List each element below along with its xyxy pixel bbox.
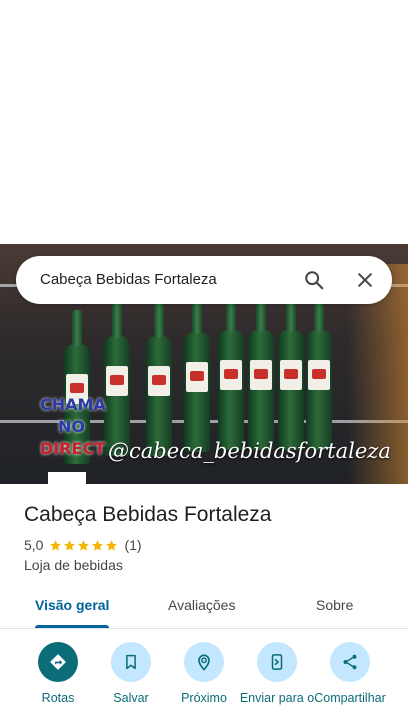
place-title: Cabeça Bebidas Fortaleza — [24, 503, 272, 526]
send-to-phone-button[interactable]: Enviar para o — [239, 642, 315, 705]
bookmark-icon — [111, 642, 151, 682]
bottle — [104, 302, 130, 456]
search-icon[interactable] — [298, 264, 330, 296]
bottle — [146, 302, 172, 456]
tab-reviews[interactable]: Avaliações — [168, 597, 235, 613]
nearby-icon — [184, 642, 224, 682]
save-label: Salvar — [113, 691, 149, 705]
save-button[interactable]: Salvar — [93, 642, 169, 705]
directions-label: Rotas — [41, 691, 75, 705]
directions-icon — [38, 642, 78, 682]
nearby-label: Próximo — [181, 691, 227, 705]
share-button[interactable]: Compartilhar — [312, 642, 388, 705]
tab-overview[interactable]: Visão geral — [35, 597, 109, 613]
review-count[interactable]: (1) — [124, 537, 141, 553]
star-icon — [106, 539, 118, 551]
promo-text: CHAMA NO DIRECT — [40, 395, 106, 458]
bottle — [278, 296, 304, 450]
search-bar[interactable]: Cabeça Bebidas Fortaleza — [16, 256, 392, 304]
place-category: Loja de bebidas — [24, 557, 123, 573]
directions-button[interactable]: Rotas — [20, 642, 96, 705]
bottle — [306, 296, 332, 450]
star-icon — [64, 539, 76, 551]
tab-about[interactable]: Sobre — [316, 597, 353, 613]
star-icon — [78, 539, 90, 551]
photo-overlay-handle: @cabeca_bebidasfortaleza — [108, 439, 391, 463]
rating-row[interactable]: 5,0 (1) — [24, 537, 142, 553]
send-to-phone-icon — [257, 642, 297, 682]
close-icon[interactable] — [349, 264, 381, 296]
send-to-phone-label: Enviar para o — [239, 691, 315, 705]
search-input[interactable]: Cabeça Bebidas Fortaleza — [40, 271, 217, 288]
bottle — [218, 296, 244, 450]
rating-value: 5,0 — [24, 537, 44, 553]
nearby-button[interactable]: Próximo — [166, 642, 242, 705]
rating-stars — [49, 539, 119, 552]
tab-bar: Visão geral Avaliações Sobre — [0, 587, 408, 629]
share-icon — [330, 642, 370, 682]
star-icon — [50, 539, 62, 551]
star-icon — [92, 539, 104, 551]
photo-badge — [48, 472, 86, 484]
action-bar: Rotas Salvar Próximo Enviar para o Compa… — [0, 642, 408, 728]
share-label: Compartilhar — [314, 691, 386, 705]
map-area[interactable] — [0, 0, 408, 244]
bottle — [184, 298, 210, 452]
bottle — [248, 296, 274, 450]
tab-indicator — [35, 625, 109, 628]
